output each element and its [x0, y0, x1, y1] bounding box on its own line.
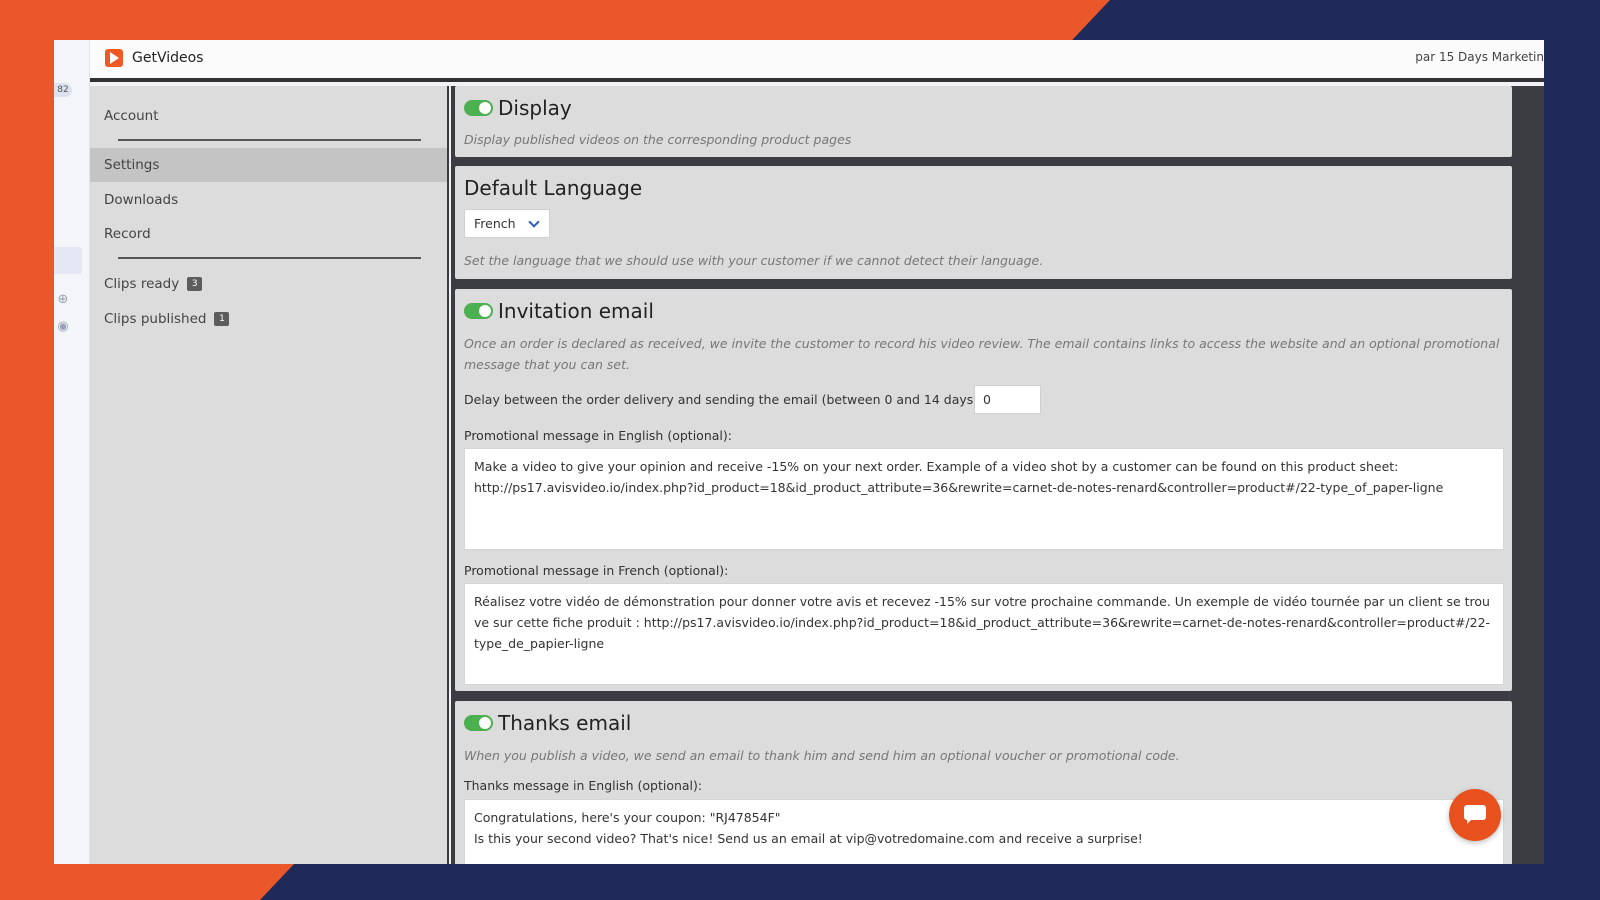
- strip-active-item[interactable]: [54, 247, 82, 274]
- sidebar-item-label: Clips ready: [104, 276, 180, 292]
- getvideos-logo-icon: [105, 49, 123, 67]
- invitation-toggle[interactable]: [464, 303, 493, 319]
- app-title: GetVideos: [132, 50, 204, 66]
- promo-fr-label: Promotional message in French (optional)…: [464, 563, 729, 578]
- thanks-section: Thanks email When you publish a video, w…: [455, 701, 1512, 864]
- thanks-description: When you publish a video, we send an ema…: [464, 748, 1180, 763]
- eye-icon[interactable]: ◉: [56, 320, 70, 334]
- settings-panel: Display Display published videos on the …: [451, 86, 1544, 864]
- promo-fr-textarea[interactable]: Réalisez votre vidéo de démonstration po…: [464, 583, 1504, 685]
- sidebar-item-settings[interactable]: Settings: [90, 148, 447, 182]
- thanks-toggle[interactable]: [464, 715, 493, 731]
- left-toolbar-strip: 82 ⊕ ◉: [54, 40, 90, 864]
- chat-button[interactable]: [1449, 789, 1501, 841]
- display-description: Display published videos on the correspo…: [464, 132, 852, 147]
- delay-label: Delay between the order delivery and sen…: [464, 392, 983, 407]
- promo-en-textarea[interactable]: Make a video to give your opinion and re…: [464, 448, 1504, 550]
- language-selected: French: [474, 216, 516, 231]
- thanks-en-textarea[interactable]: Congratulations, here's your coupon: "RJ…: [464, 799, 1504, 864]
- sidebar: Account Settings Downloads Record Clips …: [90, 86, 449, 864]
- strip-badge: 82: [54, 83, 72, 97]
- sidebar-item-record[interactable]: Record: [90, 217, 447, 251]
- sidebar-item-clips-published[interactable]: Clips published 1: [90, 302, 447, 336]
- thanks-en-label: Thanks message in English (optional):: [464, 778, 703, 793]
- language-select[interactable]: French: [464, 209, 550, 238]
- count-badge: 1: [214, 312, 230, 326]
- display-toggle[interactable]: [464, 100, 493, 116]
- language-title: Default Language: [464, 176, 643, 200]
- sidebar-item-account[interactable]: Account: [90, 99, 447, 133]
- language-section: Default Language French Set the language…: [455, 166, 1512, 279]
- count-badge: 3: [187, 277, 203, 291]
- invitation-title: Invitation email: [498, 299, 654, 323]
- display-section: Display Display published videos on the …: [455, 86, 1512, 157]
- sidebar-divider: [118, 139, 421, 141]
- sidebar-divider: [118, 257, 421, 259]
- sidebar-item-downloads[interactable]: Downloads: [90, 183, 447, 217]
- promo-en-label: Promotional message in English (optional…: [464, 428, 732, 443]
- invitation-description: Once an order is declared as received, w…: [464, 336, 1500, 372]
- app-window: 82 ⊕ ◉ GetVideos par 15 Days Marketin Ac…: [54, 40, 1544, 864]
- chevron-down-icon: [528, 216, 540, 228]
- top-bar: GetVideos par 15 Days Marketin: [90, 40, 1544, 82]
- plus-circle-icon[interactable]: ⊕: [56, 293, 70, 307]
- shop-name: par 15 Days Marketin: [1415, 50, 1544, 64]
- thanks-title: Thanks email: [498, 711, 632, 735]
- chat-bubble-tail: [1467, 818, 1473, 824]
- delay-input[interactable]: 0: [974, 385, 1041, 414]
- language-description: Set the language that we should use with…: [464, 253, 1044, 268]
- invitation-section: Invitation email Once an order is declar…: [455, 289, 1512, 691]
- sidebar-item-clips-ready[interactable]: Clips ready 3: [90, 267, 447, 301]
- sidebar-item-label: Clips published: [104, 311, 207, 327]
- display-title: Display: [498, 96, 572, 120]
